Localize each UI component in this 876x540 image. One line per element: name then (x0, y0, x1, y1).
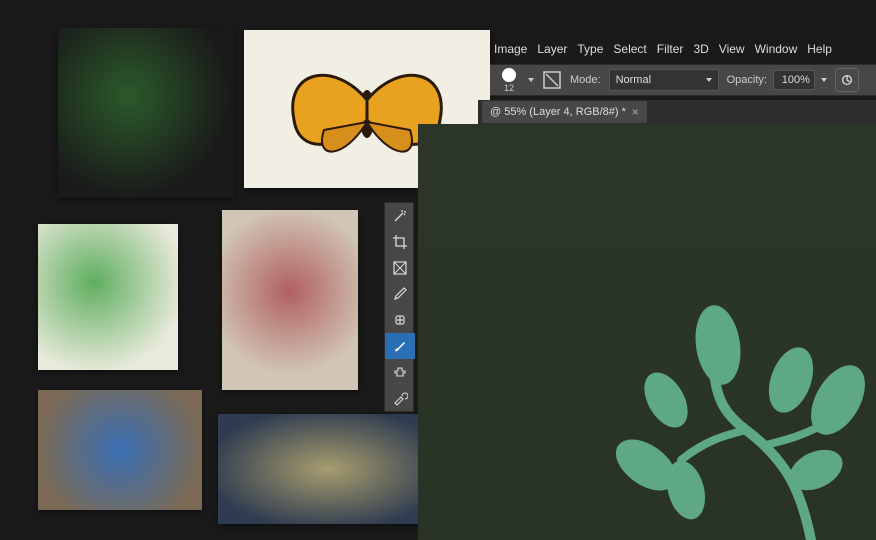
thumbnail-butterfly-blue[interactable] (38, 390, 202, 510)
chevron-down-icon (706, 78, 712, 82)
document-tab-bar: @ 55% (Layer 4, RGB/8#) * × (478, 100, 876, 124)
menu-3d[interactable]: 3D (693, 42, 708, 56)
menu-window[interactable]: Window (755, 42, 798, 56)
history-brush-tool[interactable] (385, 385, 415, 411)
blend-mode-select[interactable]: Normal (609, 69, 719, 91)
mode-label: Mode: (570, 74, 601, 86)
brush-panel-toggle-icon[interactable] (542, 70, 562, 90)
pressure-opacity-button[interactable] (835, 68, 859, 92)
canvas-artwork-plant (586, 260, 876, 540)
opacity-field[interactable]: 100% (773, 70, 815, 90)
clone-stamp-tool[interactable] (385, 359, 415, 385)
magic-wand-tool[interactable] (385, 203, 415, 229)
menu-bar: Image Layer Type Select Filter 3D View W… (490, 38, 876, 60)
document-tab-label: @ 55% (Layer 4, RGB/8#) * (490, 106, 626, 118)
chevron-down-icon[interactable] (821, 78, 827, 82)
thumbnail-leaf-dark[interactable] (58, 28, 234, 198)
opacity-label: Opacity: (727, 74, 767, 86)
canvas[interactable] (418, 124, 876, 540)
options-bar: 12 Mode: Normal Opacity: 100% (490, 64, 876, 96)
document-tab[interactable]: @ 55% (Layer 4, RGB/8#) * × (482, 101, 647, 123)
tool-bar (384, 202, 414, 412)
frame-tool[interactable] (385, 255, 415, 281)
thumbnail-leaf-light[interactable] (38, 224, 178, 370)
thumbnail-moth[interactable] (218, 414, 438, 524)
menu-view[interactable]: View (719, 42, 745, 56)
brush-size-label: 12 (504, 83, 514, 93)
brush-preset-preview[interactable]: 12 (498, 68, 520, 93)
chevron-down-icon[interactable] (528, 78, 534, 82)
menu-select[interactable]: Select (613, 42, 646, 56)
menu-filter[interactable]: Filter (657, 42, 684, 56)
eyedropper-tool[interactable] (385, 281, 415, 307)
menu-help[interactable]: Help (807, 42, 832, 56)
menu-image[interactable]: Image (494, 42, 527, 56)
healing-brush-tool[interactable] (385, 307, 415, 333)
brush-dot-icon (502, 68, 516, 82)
close-icon[interactable]: × (632, 105, 639, 119)
brush-tool[interactable] (385, 333, 415, 359)
crop-tool[interactable] (385, 229, 415, 255)
menu-type[interactable]: Type (577, 42, 603, 56)
menu-layer[interactable]: Layer (537, 42, 567, 56)
thumbnail-pink-leaves[interactable] (222, 210, 358, 390)
blend-mode-value: Normal (616, 74, 651, 86)
opacity-value: 100% (782, 74, 810, 86)
